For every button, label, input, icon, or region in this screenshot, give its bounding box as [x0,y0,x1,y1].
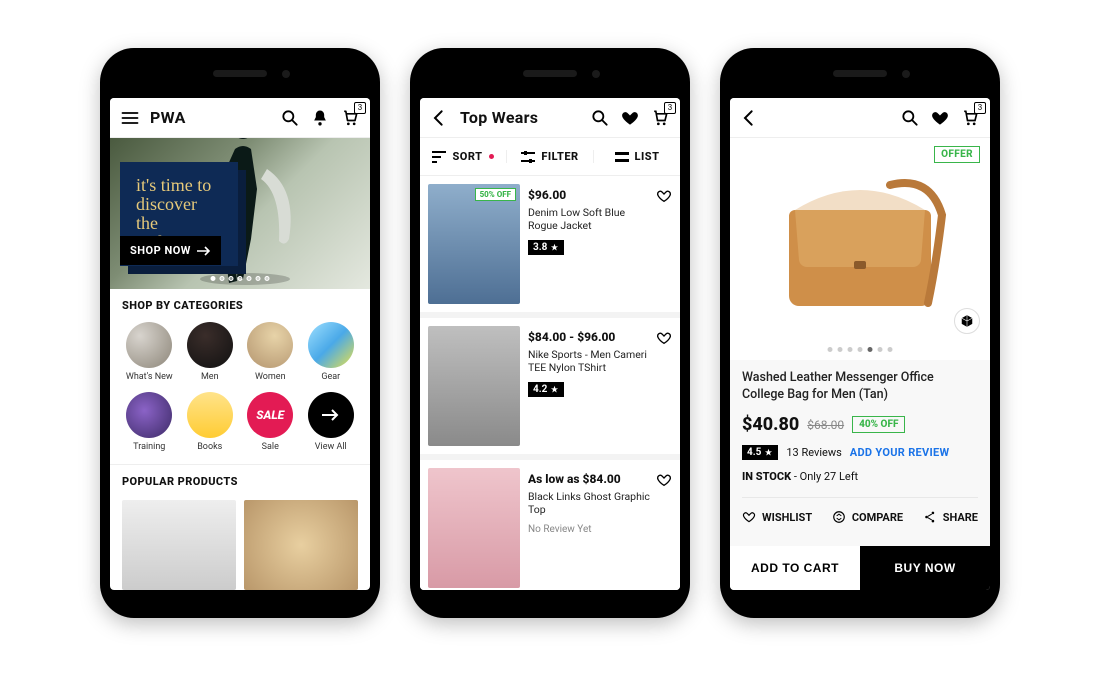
cart-icon[interactable]: 3 [960,108,980,128]
phone-listing: Top Wears 3 SORT FILTER LIST [410,48,690,618]
cart-count-badge: 3 [974,102,986,114]
popular-card[interactable] [122,500,236,590]
phone-product-detail: 3 OFFER [720,48,1000,618]
category-view-all[interactable]: View All [304,392,359,452]
back-icon[interactable] [740,108,760,128]
product-thumb: 50% OFF [428,184,520,304]
phone-home: PWA 3 i [100,48,380,618]
popular-card[interactable] [244,500,358,590]
add-to-cart-button[interactable]: ADD TO CART [730,546,860,590]
back-icon[interactable] [430,108,450,128]
product-thumb [428,468,520,588]
wishlist-icon[interactable] [656,330,672,346]
product-title: Washed Leather Messenger Office College … [742,370,978,404]
product-name: Nike Sports - Men Cameri TEE Nylon TShir… [528,348,654,374]
compare-button[interactable]: COMPARE [832,510,903,524]
category-whats-new[interactable]: What's New [122,322,177,382]
heart-icon[interactable] [930,108,950,128]
wishlist-button[interactable]: WISHLIST [742,510,812,524]
search-icon[interactable] [280,108,300,128]
product-price: $84.00 - $96.00 [528,330,654,344]
rating-badge: 3.8 [528,240,564,255]
gallery-pagination[interactable] [828,347,893,352]
share-button[interactable]: SHARE [923,510,978,524]
app-title: PWA [150,108,186,127]
rating-badge: 4.5 [742,445,778,460]
wishlist-icon[interactable] [656,472,672,488]
category-training[interactable]: Training [122,392,177,452]
popular-row [110,494,370,590]
sort-active-dot [489,154,494,159]
product-name: Denim Low Soft Blue Rogue Jacket [528,206,654,232]
appbar-home: PWA 3 [110,98,370,138]
search-icon[interactable] [590,108,610,128]
stock-status: IN STOCK - Only 27 Left [742,470,978,483]
shop-now-button[interactable]: SHOP NOW [120,236,221,265]
appbar-detail: 3 [730,98,990,138]
popular-heading: POPULAR PRODUCTS [110,465,370,494]
product-gallery[interactable]: OFFER [730,138,990,360]
product-strike-price: $68.00 [807,418,844,432]
category-men[interactable]: Men [183,322,238,382]
sort-button[interactable]: SORT [420,150,507,163]
appbar-listing: Top Wears 3 [420,98,680,138]
product-name: Black Links Ghost Graphic Top [528,490,654,516]
product-price: $40.80 [742,414,799,435]
cart-count-badge: 3 [354,102,366,114]
product-price: As low as $84.00 [528,472,654,486]
product-bottom-bar: ADD TO CART BUY NOW [730,546,990,590]
no-review-label: No Review Yet [528,524,654,535]
list-item[interactable]: $84.00 - $96.00 Nike Sports - Men Cameri… [420,318,680,454]
hero-banner[interactable]: it's time to discover the real you SHOP … [110,138,370,289]
menu-icon[interactable] [120,108,140,128]
heart-icon[interactable] [620,108,640,128]
search-icon[interactable] [900,108,920,128]
list-item[interactable]: As low as $84.00 Black Links Ghost Graph… [420,460,680,590]
categories-heading: SHOP BY CATEGORIES [110,289,370,318]
category-sale[interactable]: SALESale [243,392,298,452]
listing-toolbar: SORT FILTER LIST [420,138,680,176]
product-price: $96.00 [528,188,654,202]
page-title: Top Wears [460,108,538,127]
product-list[interactable]: 50% OFF $96.00 Denim Low Soft Blue Rogue… [420,176,680,590]
discount-badge: 50% OFF [475,188,516,201]
wishlist-icon[interactable] [656,188,672,204]
bell-icon[interactable] [310,108,330,128]
view-3d-icon[interactable] [954,308,980,334]
categories-grid: What's New Men Women Gear Training Books… [110,318,370,465]
product-thumb [428,326,520,446]
category-gear[interactable]: Gear [304,322,359,382]
category-women[interactable]: Women [243,322,298,382]
filter-button[interactable]: FILTER [507,150,594,163]
product-image [770,165,950,315]
list-view-button[interactable]: LIST [594,150,680,163]
rating-badge: 4.2 [528,382,564,397]
cart-count-badge: 3 [664,102,676,114]
add-review-link[interactable]: ADD YOUR REVIEW [850,446,950,459]
list-item[interactable]: 50% OFF $96.00 Denim Low Soft Blue Rogue… [420,176,680,312]
buy-now-button[interactable]: BUY NOW [860,546,990,590]
cart-icon[interactable]: 3 [650,108,670,128]
review-count[interactable]: 13 Reviews [786,446,841,459]
offer-badge: OFFER [934,146,980,163]
discount-badge: 40% OFF [852,416,905,433]
category-books[interactable]: Books [183,392,238,452]
cart-icon[interactable]: 3 [340,108,360,128]
hero-pagination[interactable] [211,276,270,281]
